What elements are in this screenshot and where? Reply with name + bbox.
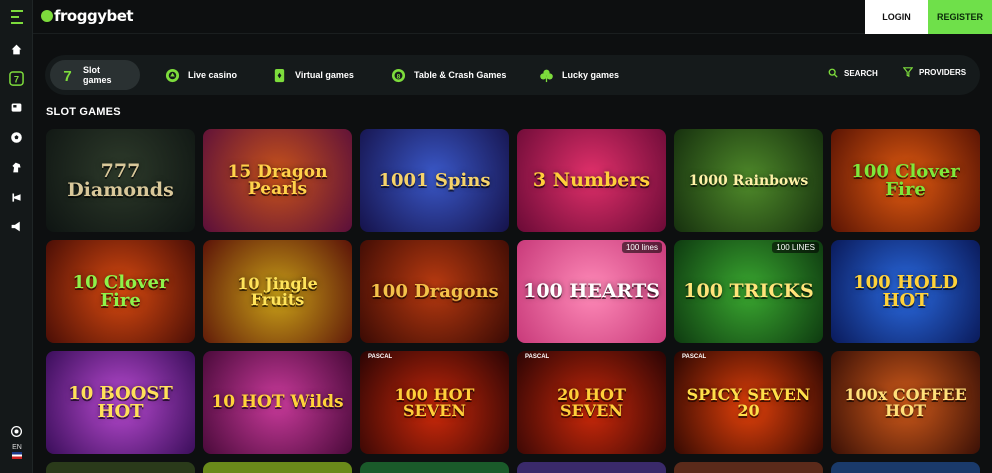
svg-text:7: 7: [14, 74, 19, 84]
game-title: 1000 Rainbows: [688, 172, 809, 189]
virtual-icon[interactable]: [0, 96, 33, 118]
game-title: 100 HOLD HOT: [853, 271, 958, 311]
home-icon[interactable]: [0, 38, 33, 60]
game-tile[interactable]: 10 HOT Wilds: [203, 351, 352, 454]
tab-label: Slot games: [83, 65, 112, 85]
game-tile[interactable]: 777 Diamonds: [46, 129, 195, 232]
login-button[interactable]: LOGIN: [865, 0, 928, 34]
game-title: 100x COFFEE HOT: [844, 384, 967, 420]
hamburger-icon: [10, 8, 23, 26]
tab-lucky-games[interactable]: Lucky games: [539, 60, 619, 90]
clover-icon: [539, 68, 554, 83]
game-title: 15 Dragon Pearls: [227, 161, 328, 199]
providers-button[interactable]: PROVIDERS: [903, 67, 966, 77]
game-tile[interactable]: 10 Clover Fire: [46, 240, 195, 343]
game-tile[interactable]: 100x COFFEE HOT: [831, 351, 980, 454]
providers-label: PROVIDERS: [919, 67, 967, 77]
provider-badge: PASCAL: [525, 354, 550, 360]
game-tile[interactable]: 100 Dragons: [360, 240, 509, 343]
game-title: 10 HOT Wilds: [211, 392, 344, 412]
logo-text: froggybet: [54, 7, 134, 25]
game-tile[interactable]: 10 BOOST HOT: [46, 351, 195, 454]
lines-badge: 100 LINES: [772, 242, 819, 253]
search-icon: [828, 68, 838, 78]
flag-icon: [12, 452, 22, 459]
eight-ball-icon: 8: [391, 68, 406, 83]
game-tile[interactable]: 15 Dragon Pearls: [203, 129, 352, 232]
game-tile[interactable]: 1000 Rainbows: [674, 129, 823, 232]
game-tile[interactable]: [203, 462, 352, 473]
casino-app: 7 EN froggybet LOGIN REGISTER 7 Slot gam…: [0, 0, 992, 473]
category-nav: 7 Slot games Live casino Virtual games 8…: [45, 55, 980, 95]
game-tile[interactable]: [674, 462, 823, 473]
register-button[interactable]: REGISTER: [928, 0, 992, 34]
language-code: EN: [12, 444, 22, 451]
tab-live-casino[interactable]: Live casino: [165, 60, 237, 90]
tab-label: Virtual games: [295, 70, 354, 80]
seven-icon: 7: [60, 68, 75, 83]
game-tile[interactable]: [517, 462, 666, 473]
filter-icon: [903, 67, 913, 77]
game-tile[interactable]: PASCAL 20 HOT SEVEN: [517, 351, 666, 454]
game-title: 3 Numbers: [532, 169, 651, 191]
game-tile[interactable]: [831, 462, 980, 473]
game-tile[interactable]: PASCAL SPICY SEVEN 20: [674, 351, 823, 454]
game-title: 100 HOT SEVEN: [394, 384, 475, 420]
tab-label: Lucky games: [562, 70, 620, 80]
game-title: 20 HOT SEVEN: [557, 384, 626, 420]
language-selector[interactable]: EN: [9, 444, 25, 459]
megaphone-icon[interactable]: [0, 215, 33, 237]
search-button[interactable]: SEARCH: [828, 68, 878, 78]
game-tile[interactable]: 100 Clover Fire: [831, 129, 980, 232]
section-title: SLOT GAMES: [46, 106, 121, 118]
game-title: 777 Diamonds: [67, 159, 174, 201]
tab-slot-games[interactable]: 7 Slot games: [50, 60, 140, 90]
svg-text:8: 8: [397, 73, 401, 80]
game-tile[interactable]: 100 lines 100 HEARTS: [517, 240, 666, 343]
game-tile[interactable]: 100 LINES 100 TRICKS: [674, 240, 823, 343]
support-icon[interactable]: [0, 420, 33, 442]
svg-text:7: 7: [63, 68, 71, 83]
tab-label: Live casino: [188, 70, 238, 80]
search-label: SEARCH: [844, 68, 878, 78]
game-tile[interactable]: 1001 Spins: [360, 129, 509, 232]
game-title: 1001 Spins: [378, 169, 491, 191]
tab-virtual-games[interactable]: Virtual games: [272, 60, 354, 90]
live-casino-icon: [165, 68, 180, 83]
frog-icon: [41, 10, 53, 22]
tab-table-crash-games[interactable]: 8 Table & Crash Games: [391, 60, 506, 90]
game-title: 100 Dragons: [370, 280, 499, 302]
game-tile[interactable]: 3 Numbers: [517, 129, 666, 232]
game-tile[interactable]: PASCAL 100 HOT SEVEN: [360, 351, 509, 454]
game-title: SPICY SEVEN 20: [686, 384, 811, 420]
game-tile[interactable]: [360, 462, 509, 473]
game-tile[interactable]: 10 Jingle Fruits: [203, 240, 352, 343]
froggybet-logo[interactable]: froggybet: [41, 7, 134, 25]
lines-badge: 100 lines: [621, 242, 662, 253]
tab-label: Table & Crash Games: [414, 70, 507, 80]
game-tile[interactable]: 100 HOLD HOT: [831, 240, 980, 343]
game-title: 10 Clover Fire: [72, 271, 169, 311]
provider-badge: PASCAL: [368, 354, 393, 360]
provider-badge: PASCAL: [682, 354, 707, 360]
horse-icon[interactable]: [0, 156, 33, 178]
slots-icon[interactable]: 7: [0, 67, 33, 89]
menu-toggle-button[interactable]: [0, 0, 33, 34]
side-rail: 7 EN: [0, 0, 33, 473]
game-title: 10 BOOST HOT: [68, 382, 173, 422]
game-title: 100 Clover Fire: [851, 160, 960, 200]
game-tile[interactable]: [46, 462, 195, 473]
sports-icon[interactable]: [0, 126, 33, 148]
top-header: froggybet LOGIN REGISTER: [33, 0, 992, 34]
promo-icon[interactable]: [0, 186, 33, 208]
game-title: 100 TRICKS: [683, 280, 814, 302]
card-icon: [272, 68, 287, 83]
game-title: 10 Jingle Fruits: [237, 273, 318, 309]
game-title: 100 HEARTS: [523, 280, 660, 302]
